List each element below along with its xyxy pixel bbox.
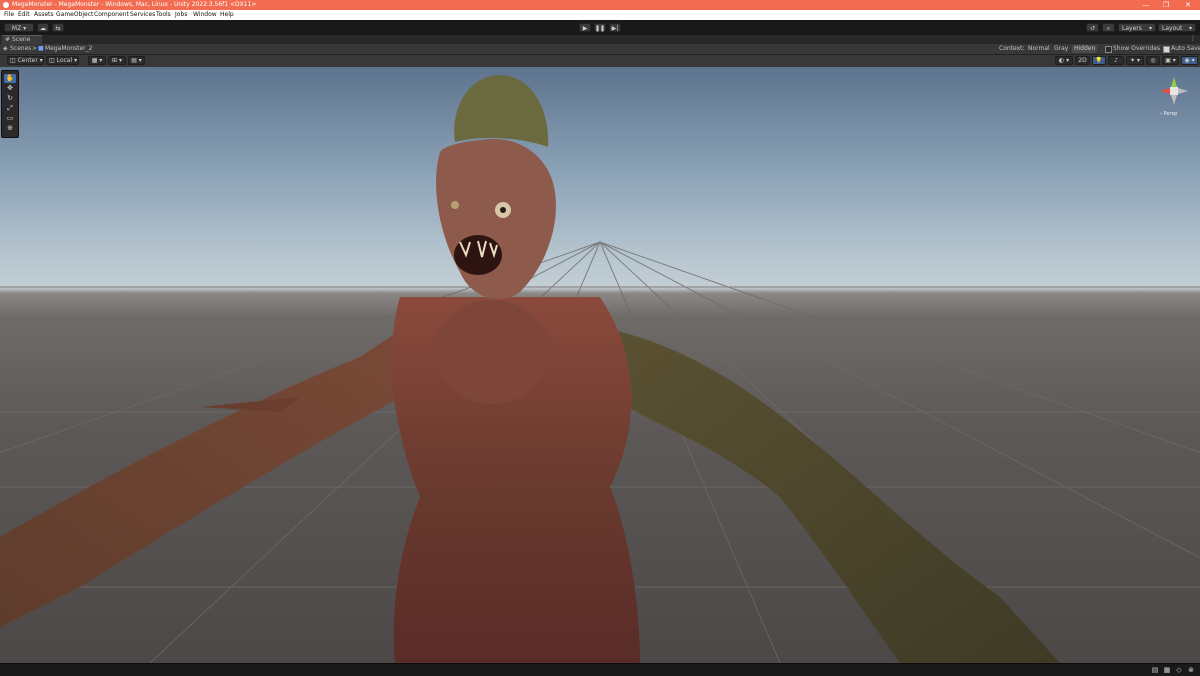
hidden-objects-icon[interactable]: ◎ [1146,56,1160,65]
lighting-icon[interactable]: 💡 [1092,56,1106,65]
status-bar: ▤ ▦ ◇ ⊗ [0,663,1200,676]
toolbar-overlay-icon[interactable]: ▤ ▾ [128,56,145,65]
close-button[interactable]: ✕ [1180,0,1196,10]
rect-tool-icon[interactable]: ▭ [4,114,16,123]
cloud-icon[interactable]: ☁ [37,23,49,32]
pause-button[interactable]: ❚❚ [594,23,606,32]
menu-assets[interactable]: Assets [34,11,54,19]
gizmos-icon[interactable]: ◉ ▾ [1181,56,1198,65]
console-icon[interactable]: ▤ [1151,666,1159,674]
breadcrumb-separator: > [32,45,38,52]
maximize-button[interactable]: ❐ [1158,0,1174,10]
monster-model[interactable] [0,67,1200,663]
breadcrumb-current[interactable]: MegaMonster_2 [45,44,92,54]
orientation-gizmo[interactable] [1154,73,1194,109]
space-icon: ◫ [49,57,55,64]
menu-gameobject[interactable]: GameObject [56,11,93,19]
tab-scene-label: Scene [12,36,31,43]
grid-icon: # [5,36,11,43]
account-dropdown[interactable]: MZ ▾ [4,23,34,32]
more-options-icon[interactable]: ⋮ [1190,35,1196,43]
context-label: Context: [999,45,1025,52]
play-button[interactable]: ▶ [579,23,591,32]
tab-bar: # Scene ⋮ [0,35,1200,44]
effects-icon[interactable]: ✦ ▾ [1126,56,1144,65]
search-icon[interactable]: ⌕ [1102,23,1115,32]
projection-label[interactable]: ‹ Persp [1160,111,1177,117]
menu-file[interactable]: File [4,11,14,19]
camera-icon[interactable]: ▣ ▾ [1162,56,1179,65]
title-bar: MegaMonster - MegaMonster - Windows, Mac… [0,0,1200,10]
context-hidden[interactable]: Hidden [1072,45,1098,53]
collab-icon[interactable]: ⇆ [52,23,64,32]
debug-icon[interactable]: ⊗ [1187,666,1195,674]
menu-jobs[interactable]: Jobs [175,11,187,19]
hand-tool-icon[interactable]: ✋ [4,74,16,83]
scale-tool-icon[interactable]: ⤢ [4,104,16,113]
move-tool-icon[interactable]: ✥ [4,84,16,93]
audio-icon[interactable]: ♪ [1108,56,1124,65]
space-label: Local [56,57,73,64]
draw-mode-icon[interactable]: ◐ ▾ [1055,56,1073,65]
scene-viewport[interactable]: ✋ ✥ ↻ ⤢ ▭ ⊕ ‹ Persp [0,67,1200,663]
menu-help[interactable]: Help [220,11,234,19]
pivot-icon: ◫ [10,57,16,64]
menu-bar: File Edit Assets GameObject Component Se… [0,10,1200,20]
chevron-down-icon: ▾ [1188,25,1192,32]
progress-icon[interactable]: ▦ [1163,666,1171,674]
show-overrides-checkbox[interactable] [1105,46,1112,53]
window-title: MegaMonster - MegaMonster - Windows, Mac… [12,1,257,8]
menu-edit[interactable]: Edit [18,11,30,19]
account-label: MZ [11,25,22,32]
menu-window[interactable]: Window [193,11,217,19]
menu-services[interactable]: Services [130,11,155,19]
undo-history-icon[interactable]: ↺ [1086,23,1099,32]
main-toolbar: MZ ▾ ☁ ⇆ ▶ ❚❚ ▶| ↺ ⌕ Layers ▾ Layout ▾ [0,20,1200,36]
context-gray[interactable]: Gray [1052,45,1070,53]
layout-dropdown[interactable]: Layout ▾ [1158,23,1196,32]
minimize-button[interactable]: — [1138,0,1154,10]
layout-label: Layout [1162,25,1183,32]
layers-label: Layers [1122,25,1142,32]
toggle-2d-button[interactable]: 2D [1075,56,1090,65]
scenes-icon: ◈ [3,45,8,52]
tool-palette: ✋ ✥ ↻ ⤢ ▭ ⊕ [1,70,19,138]
show-overrides-label: Show Overrides [1113,45,1161,52]
layers-dropdown[interactable]: Layers ▾ [1118,23,1156,32]
chevron-down-icon: ▾ [1148,25,1152,32]
space-local-dropdown[interactable]: ◫ Local ▾ [46,56,79,65]
breadcrumb: ◈ Scenes > ■ MegaMonster_2 Context: Norm… [0,44,1200,55]
unity-logo-icon [3,2,9,8]
auto-save-label: Auto Save [1171,45,1200,52]
menu-tools[interactable]: Tools [156,11,171,19]
menu-component[interactable]: Component [94,11,129,19]
auto-save-checkbox[interactable] [1163,46,1170,53]
context-normal[interactable]: Normal [1026,45,1052,53]
breadcrumb-scenes[interactable]: Scenes [10,44,31,54]
notification-icon[interactable]: ◇ [1175,666,1183,674]
snap-increment-icon[interactable]: ⊞ ▾ [108,56,126,65]
grid-snapping-icon[interactable]: ▦ ▾ [88,56,106,65]
step-button[interactable]: ▶| [609,23,621,32]
transform-tool-icon[interactable]: ⊕ [4,124,16,133]
tab-scene[interactable]: # Scene [2,35,42,44]
prefab-icon: ■ [38,45,44,52]
pivot-label: Center [17,57,38,64]
rotate-tool-icon[interactable]: ↻ [4,94,16,103]
pivot-center-dropdown[interactable]: ◫ Center ▾ [7,56,44,65]
